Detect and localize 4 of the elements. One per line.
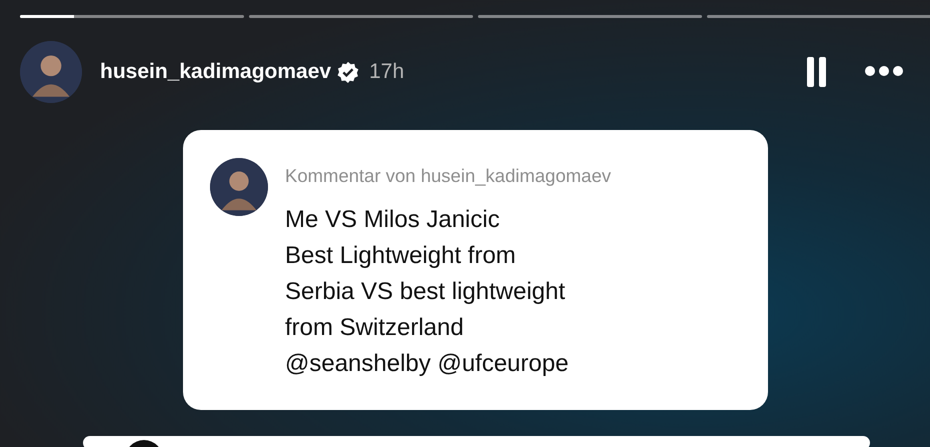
post-time: 17h bbox=[369, 58, 404, 85]
comment-text: Me VS Milos Janicic Best Lightweight from Serbia VS best lightweight from Switzerland @seanshelby @ufceurope bbox=[285, 204, 570, 379]
comment-heading: Kommentar von husein_kadimagomaev bbox=[285, 164, 611, 188]
username[interactable]: husein_kadimagomaev bbox=[100, 56, 332, 88]
